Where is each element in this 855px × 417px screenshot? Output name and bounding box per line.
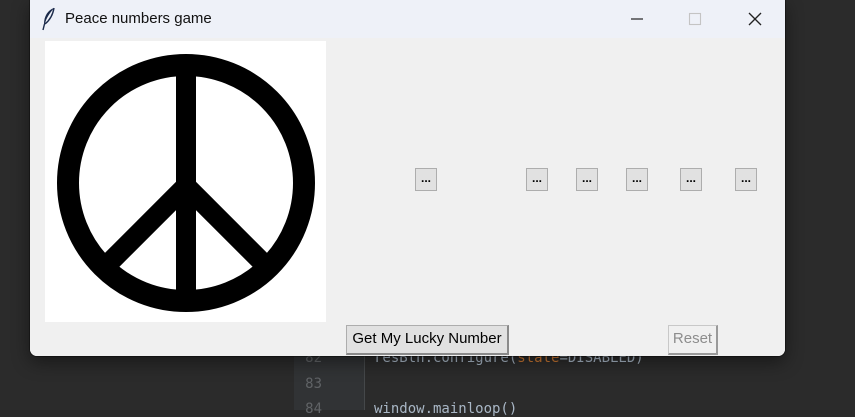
number-button-6[interactable]: ... — [735, 168, 757, 191]
minimize-button[interactable] — [608, 0, 666, 38]
number-button-1[interactable]: ... — [415, 168, 437, 191]
number-button-3[interactable]: ... — [576, 168, 598, 191]
close-button[interactable] — [726, 0, 784, 38]
code-line: window.mainloop() — [374, 401, 518, 417]
close-icon — [748, 12, 762, 26]
minimize-icon — [631, 18, 643, 20]
line-number: 84 — [305, 401, 322, 417]
line-number: 83 — [305, 376, 322, 392]
maximize-button[interactable] — [666, 0, 724, 38]
window-content: ... ... ... ... ... ... Get My Lucky Num… — [30, 38, 785, 356]
number-button-5[interactable]: ... — [680, 168, 702, 191]
title-bar[interactable]: Peace numbers game — [30, 0, 785, 38]
reset-button[interactable]: Reset — [668, 325, 718, 355]
maximize-icon — [688, 12, 702, 26]
get-lucky-number-button[interactable]: Get My Lucky Number — [346, 325, 509, 355]
app-window: Peace numbers game ... ... ... ... ... .… — [30, 0, 785, 356]
number-button-2[interactable]: ... — [526, 168, 548, 191]
peace-image — [45, 41, 326, 322]
window-title: Peace numbers game — [65, 10, 212, 27]
peace-symbol-icon — [57, 54, 315, 312]
number-button-4[interactable]: ... — [626, 168, 648, 191]
feather-icon — [42, 7, 55, 31]
